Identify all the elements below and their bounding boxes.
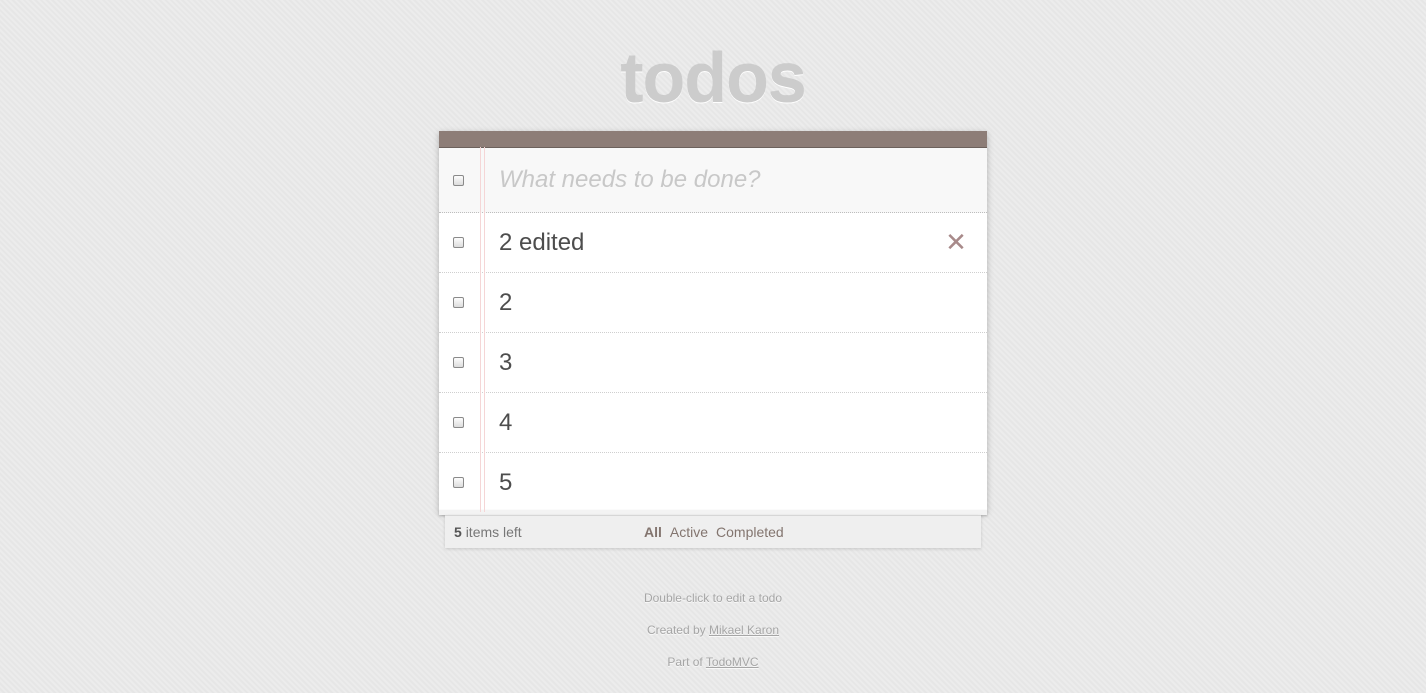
new-todo-input[interactable] [499, 148, 969, 212]
todo-toggle-checkbox[interactable] [453, 357, 464, 368]
todo-count-suffix: items left [465, 524, 522, 540]
todo-count-number: 5 [454, 524, 462, 540]
todo-toggle-checkbox[interactable] [453, 297, 464, 308]
todo-label[interactable]: 5 [499, 453, 512, 512]
project-link[interactable]: TodoMVC [706, 655, 759, 669]
todo-count: 5 items left [454, 524, 522, 540]
todo-toggle-checkbox[interactable] [453, 417, 464, 428]
close-icon[interactable]: ✕ [945, 229, 967, 255]
todo-item[interactable]: 3 [439, 333, 987, 393]
info-project: Part of TodoMVC [0, 655, 1426, 669]
info-part-prefix: Part of [667, 655, 703, 669]
todo-item[interactable]: 5 [439, 453, 987, 512]
todo-item[interactable]: 4 [439, 393, 987, 453]
info-created-prefix: Created by [646, 623, 706, 637]
info-credits: Created by Mikael Karon [0, 623, 1426, 637]
todo-toggle-checkbox[interactable] [453, 477, 464, 488]
filters: All Active Completed [644, 524, 784, 540]
author-link[interactable]: Mikael Karon [709, 623, 779, 637]
todo-label[interactable]: 3 [499, 333, 512, 392]
app-title: todos [620, 39, 807, 117]
todo-item[interactable]: 2 [439, 273, 987, 333]
filter-all[interactable]: All [644, 524, 662, 540]
todo-label[interactable]: 2 edited [499, 213, 584, 272]
info-hint: Double-click to edit a todo [643, 591, 783, 605]
todo-toggle-checkbox[interactable] [453, 237, 464, 248]
todo-item[interactable]: 2 edited ✕ [439, 213, 987, 273]
todo-app: 2 edited ✕ 2 3 4 5 [439, 131, 987, 512]
todo-label[interactable]: 2 [499, 273, 512, 332]
todo-label[interactable]: 4 [499, 393, 512, 452]
toggle-all-checkbox[interactable] [453, 175, 464, 186]
filter-completed[interactable]: Completed [716, 524, 784, 540]
todo-footer: 5 items left All Active Completed [445, 515, 981, 548]
filter-active[interactable]: Active [670, 524, 708, 540]
new-todo-row [439, 148, 987, 213]
header-bar [439, 131, 987, 148]
